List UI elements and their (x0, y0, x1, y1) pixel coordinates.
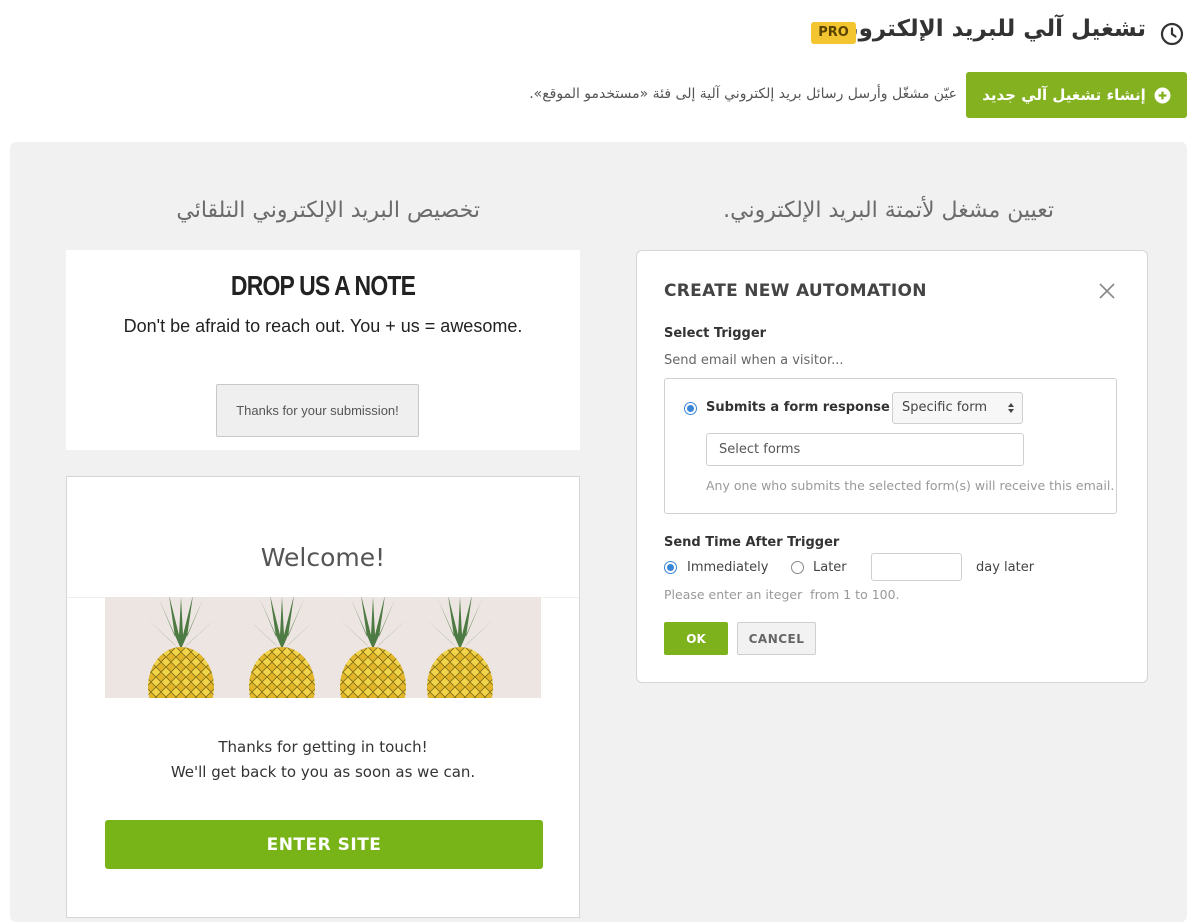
pineapple-hero-image (105, 597, 541, 698)
immediately-radio[interactable] (664, 561, 677, 574)
enter-site-button[interactable]: ENTER SITE (105, 820, 543, 869)
trigger-help-text: Any one who submits the selected form(s)… (706, 478, 1115, 493)
later-days-input[interactable] (871, 553, 962, 581)
day-later-label: day later (976, 560, 1035, 575)
clock-icon (1160, 22, 1184, 46)
immediately-label: Immediately (687, 560, 769, 575)
form-preview-title: DROP US A NOTE (230, 270, 416, 301)
later-label: Later (813, 560, 847, 575)
set-trigger-heading: تعيين مشغل لأتمتة البريد الإلكتروني. (723, 198, 1054, 223)
dialog-title: CREATE NEW AUTOMATION (664, 281, 927, 301)
range-help-text: Please enter an iteger from 1 to 100. (664, 587, 900, 602)
send-when-text: Send email when a visitor... (664, 353, 844, 368)
page-title: تشغيل آلي للبريد الإلكتروني (826, 16, 1146, 42)
form-preview-card: DROP US A NOTE Don't be afraid to reach … (66, 250, 580, 450)
select-trigger-label: Select Trigger (664, 326, 767, 341)
plus-circle-icon (1154, 87, 1171, 103)
email-message-line: Thanks for getting in touch! (218, 738, 428, 756)
customize-email-heading: تخصيص البريد الإلكتروني التلقائي (176, 198, 480, 223)
later-radio[interactable] (791, 561, 804, 574)
ok-button[interactable]: OK (664, 622, 728, 655)
submission-thanks-box: Thanks for your submission! (216, 384, 419, 437)
form-scope-select[interactable]: Specific form (892, 392, 1023, 424)
cancel-button[interactable]: CANCEL (737, 622, 816, 655)
form-response-radio[interactable] (684, 402, 697, 415)
create-automation-dialog: CREATE NEW AUTOMATION Select Trigger Sen… (636, 250, 1148, 683)
email-preview-card: Welcome! Thanks for getting in touch! We… (66, 476, 580, 918)
form-preview-subtitle: Don't be afraid to reach out. You + us =… (123, 316, 523, 336)
send-time-label: Send Time After Trigger (664, 535, 840, 550)
close-icon[interactable] (1097, 281, 1117, 301)
create-automation-button[interactable]: إنشاء تشغيل آلي جديد (966, 72, 1187, 118)
email-welcome-heading: Welcome! (260, 543, 386, 572)
select-arrows-icon (1008, 403, 1014, 413)
pro-badge: PRO (811, 22, 856, 44)
email-message: Thanks for getting in touch! We'll get b… (67, 735, 579, 785)
email-message-line: We'll get back to you as soon as we can. (170, 763, 476, 781)
trigger-options-box: Submits a form response to Specific form… (664, 378, 1117, 514)
create-automation-label: إنشاء تشغيل آلي جديد (982, 86, 1146, 104)
form-response-label: Submits a form response to (706, 400, 910, 415)
page-description: عيّن مشغّل وأرسل رسائل بريد إلكتروني آلي… (529, 86, 957, 102)
select-forms-input[interactable] (706, 433, 1024, 466)
form-scope-value: Specific form (902, 400, 988, 415)
